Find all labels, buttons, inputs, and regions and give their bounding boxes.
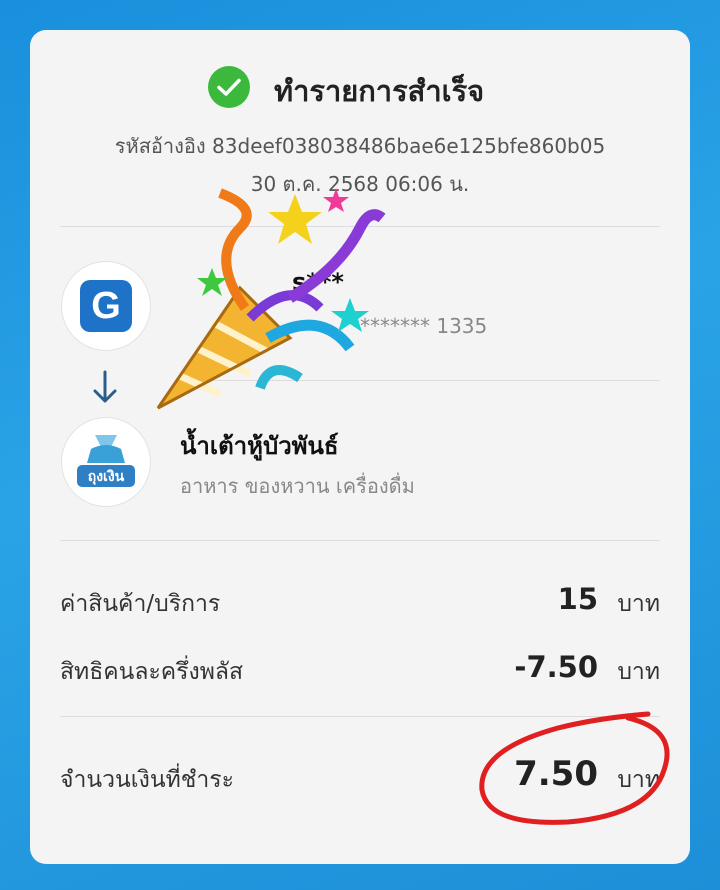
receiver-name: น้ำเต้าหู้บัวพันธ์ [180, 432, 339, 460]
divider [60, 540, 660, 541]
price-unit: บาท [617, 591, 660, 617]
price-label: ค่าสินค้า/บริการ [60, 591, 221, 617]
sender-avatar: G [62, 262, 150, 350]
receipt-card: ทำรายการสำเร็จ รหัสอ้างอิง 83deef0380384… [30, 30, 690, 864]
page-title: ทำรายการสำเร็จ [274, 74, 485, 108]
discount-label: สิทธิคนละครึ่งพลัส [60, 659, 244, 685]
receiver-category: อาหาร ของหวาน เครื่องดื่ม [180, 474, 415, 498]
receiver-logo-text: ถุงเงิน [88, 469, 125, 485]
total-label: จำนวนเงินที่ชำระ [60, 767, 234, 793]
sender-logo: G [80, 280, 132, 332]
discount-value: -7.50 [514, 650, 598, 684]
moneybag-logo-icon: ถุงเงิน [77, 435, 135, 487]
highlight-circle-annotation [479, 711, 670, 825]
price-value: 15 [557, 582, 598, 616]
discount-unit: บาท [617, 659, 660, 685]
reference-code: รหัสอ้างอิง 83deef038038486bae6e125bfe86… [114, 134, 606, 158]
arrow-down-icon [93, 370, 117, 403]
receiver-avatar: ถุงเงิน [62, 418, 150, 506]
party-popper-icon [156, 188, 386, 410]
check-circle-icon [208, 66, 250, 108]
